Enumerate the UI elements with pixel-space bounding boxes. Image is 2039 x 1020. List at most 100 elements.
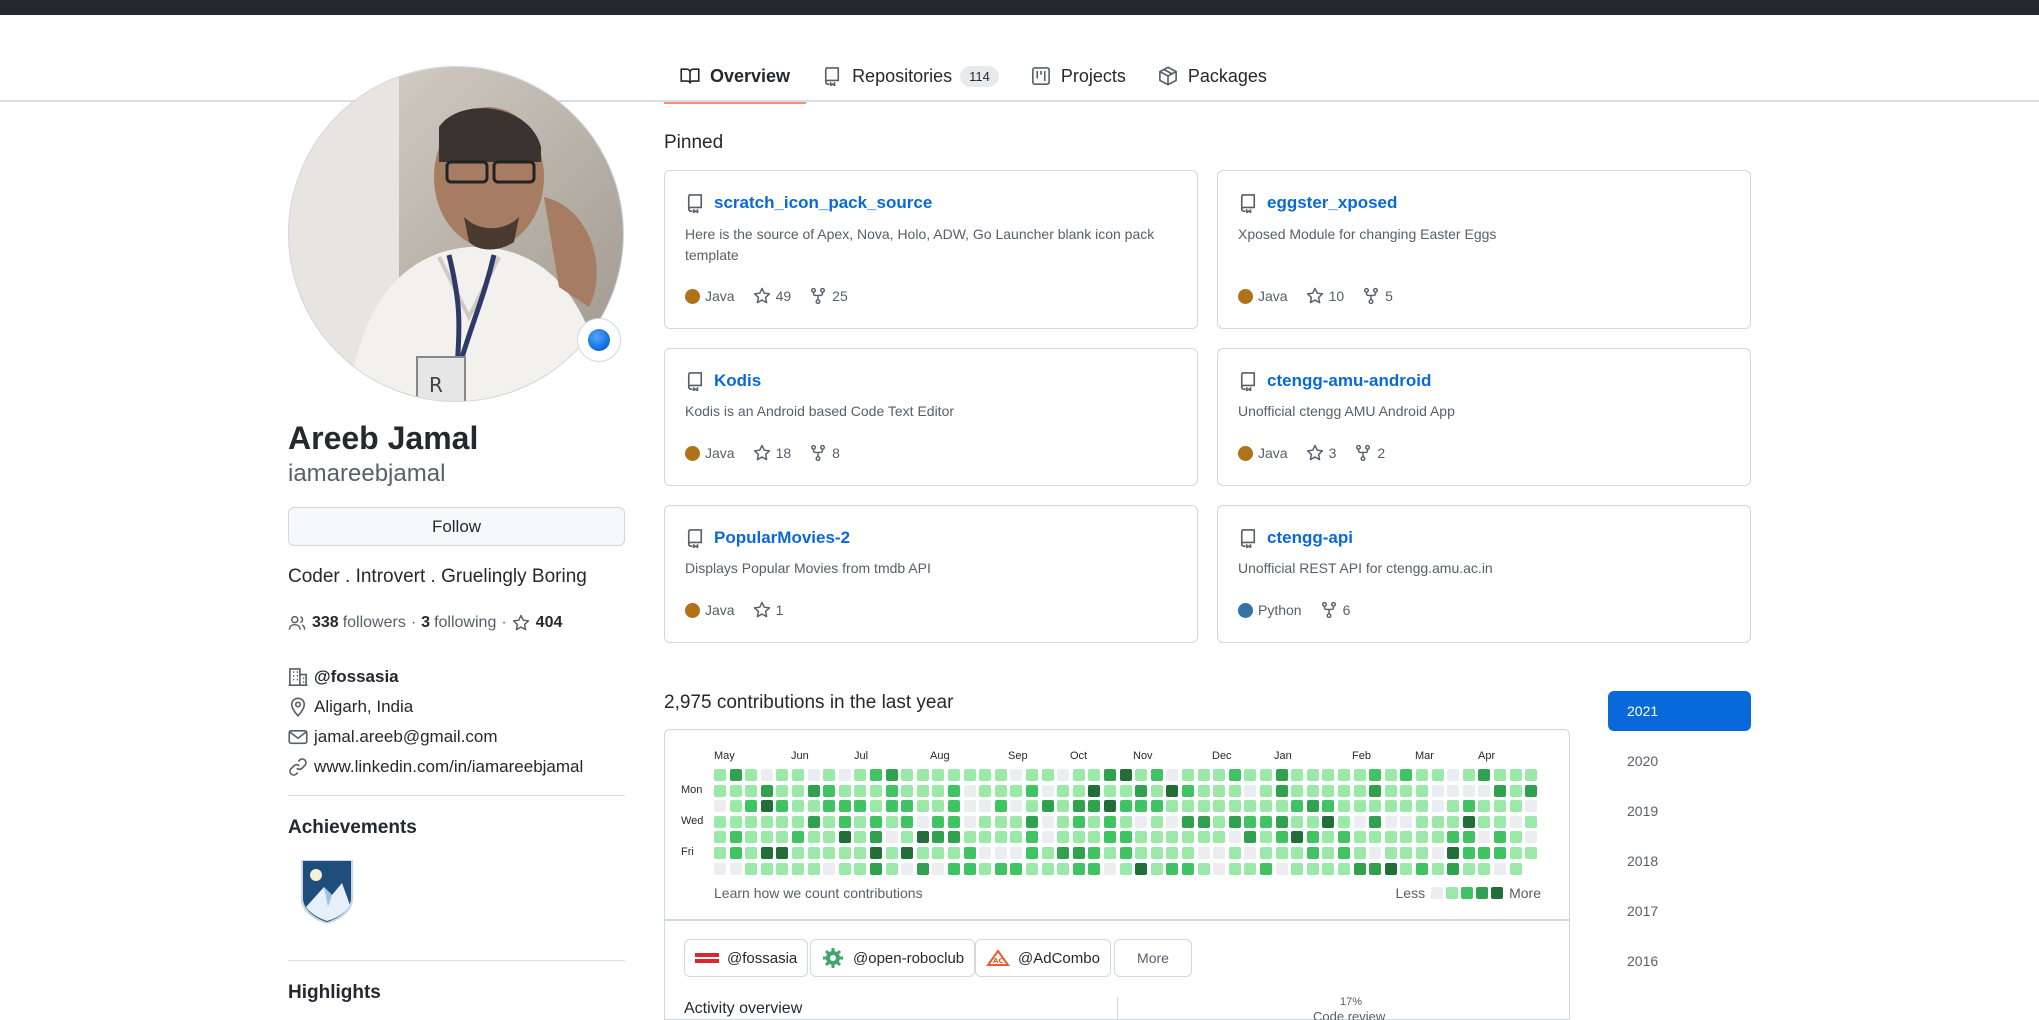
contribution-day-cell[interactable] [870, 815, 882, 828]
contribution-day-cell[interactable] [1182, 831, 1194, 844]
contribution-day-cell[interactable] [1275, 815, 1288, 828]
contribution-day-cell[interactable] [1244, 784, 1257, 797]
contribution-day-cell[interactable] [1338, 862, 1350, 875]
contribution-day-cell[interactable] [1213, 784, 1226, 797]
contribution-day-cell[interactable] [979, 769, 992, 781]
contribution-day-cell[interactable] [1026, 815, 1038, 828]
contribution-day-cell[interactable] [776, 769, 789, 781]
contribution-day-cell[interactable] [1119, 847, 1132, 859]
year-link-2018[interactable]: 2018 [1608, 841, 1751, 881]
contribution-day-cell[interactable] [994, 847, 1007, 859]
contribution-day-cell[interactable] [1150, 847, 1163, 859]
avatar[interactable]: R [288, 66, 624, 402]
contribution-day-cell[interactable] [963, 831, 976, 844]
repo-name-link[interactable]: scratch_icon_pack_source [685, 193, 932, 213]
contribution-day-cell[interactable] [1166, 800, 1179, 813]
contribution-day-cell[interactable] [1088, 800, 1101, 813]
contribution-day-cell[interactable] [932, 800, 945, 813]
repo-stars[interactable]: 1 [753, 601, 783, 619]
contribution-day-cell[interactable] [1041, 769, 1054, 781]
contribution-day-cell[interactable] [1431, 847, 1444, 859]
contribution-day-cell[interactable] [1150, 815, 1163, 828]
contribution-day-cell[interactable] [1026, 831, 1038, 844]
contribution-day-cell[interactable] [932, 815, 945, 828]
contribution-day-cell[interactable] [885, 800, 898, 813]
contribution-day-cell[interactable] [1478, 800, 1491, 813]
contribution-day-cell[interactable] [1338, 800, 1350, 813]
contribution-day-cell[interactable] [745, 784, 758, 797]
contribution-day-cell[interactable] [792, 800, 804, 813]
contribution-day-cell[interactable] [1119, 862, 1132, 875]
contribution-day-cell[interactable] [1416, 847, 1428, 859]
contribution-day-cell[interactable] [1369, 815, 1382, 828]
contribution-day-cell[interactable] [1416, 769, 1428, 781]
contribution-day-cell[interactable] [1291, 862, 1304, 875]
contribution-day-cell[interactable] [1306, 800, 1319, 813]
contribution-day-cell[interactable] [760, 862, 773, 875]
contribution-day-cell[interactable] [1462, 862, 1475, 875]
contribution-day-cell[interactable] [1244, 815, 1257, 828]
contribution-day-cell[interactable] [1150, 784, 1163, 797]
repo-forks[interactable]: 5 [1362, 287, 1393, 305]
contribution-day-cell[interactable] [1135, 800, 1148, 813]
contribution-day-cell[interactable] [1228, 784, 1241, 797]
repo-stars[interactable]: 3 [1306, 444, 1336, 462]
contribution-day-cell[interactable] [854, 847, 867, 859]
repo-forks[interactable]: 2 [1354, 444, 1385, 462]
year-link-2017[interactable]: 2017 [1608, 891, 1751, 931]
contribution-day-cell[interactable] [885, 769, 898, 781]
contribution-day-cell[interactable] [1306, 815, 1319, 828]
contribution-day-cell[interactable] [1197, 769, 1210, 781]
contribution-day-cell[interactable] [1010, 784, 1023, 797]
contribution-day-cell[interactable] [745, 815, 758, 828]
contribution-day-cell[interactable] [1057, 784, 1070, 797]
contribution-day-cell[interactable] [1228, 815, 1241, 828]
contribution-day-cell[interactable] [1509, 847, 1522, 859]
contribution-day-cell[interactable] [714, 815, 726, 828]
contribution-day-cell[interactable] [885, 784, 898, 797]
contribution-day-cell[interactable] [1197, 831, 1210, 844]
contribution-day-cell[interactable] [838, 815, 851, 828]
contribution-day-cell[interactable] [1478, 815, 1491, 828]
contribution-day-cell[interactable] [1119, 769, 1132, 781]
contribution-day-cell[interactable] [1369, 847, 1382, 859]
contribution-day-cell[interactable] [1182, 800, 1194, 813]
email-link[interactable]: jamal.areeb@gmail.com [314, 727, 498, 747]
repo-stars[interactable]: 10 [1306, 287, 1344, 305]
contribution-day-cell[interactable] [1041, 800, 1054, 813]
contribution-day-cell[interactable] [963, 847, 976, 859]
contribution-day-cell[interactable] [948, 815, 960, 828]
contribution-day-cell[interactable] [1260, 862, 1272, 875]
contribution-day-cell[interactable] [1494, 847, 1506, 859]
contribution-day-cell[interactable] [1353, 784, 1366, 797]
tab-repositories[interactable]: Repositories 114 [806, 50, 1015, 102]
contribution-day-cell[interactable] [729, 847, 742, 859]
contribution-day-cell[interactable] [1057, 862, 1070, 875]
contribution-day-cell[interactable] [729, 769, 742, 781]
followers-link[interactable]: 338 followers [312, 614, 406, 632]
contribution-day-cell[interactable] [1104, 800, 1116, 813]
contribution-day-cell[interactable] [823, 847, 836, 859]
contribution-day-cell[interactable] [1369, 769, 1382, 781]
contribution-day-cell[interactable] [1041, 831, 1054, 844]
contribution-day-cell[interactable] [963, 815, 976, 828]
contribution-day-cell[interactable] [760, 831, 773, 844]
contribution-day-cell[interactable] [870, 831, 882, 844]
contribution-day-cell[interactable] [823, 769, 836, 781]
contribution-day-cell[interactable] [1260, 831, 1272, 844]
contribution-day-cell[interactable] [1306, 784, 1319, 797]
contribution-day-cell[interactable] [760, 784, 773, 797]
contribution-day-cell[interactable] [807, 862, 820, 875]
contribution-day-cell[interactable] [823, 784, 836, 797]
contribution-day-cell[interactable] [1244, 847, 1257, 859]
contribution-day-cell[interactable] [901, 769, 914, 781]
contribution-day-cell[interactable] [1353, 800, 1366, 813]
contribution-day-cell[interactable] [807, 800, 820, 813]
contribution-day-cell[interactable] [1010, 769, 1023, 781]
contribution-day-cell[interactable] [1525, 847, 1538, 859]
contribution-day-cell[interactable] [1166, 815, 1179, 828]
contribution-day-cell[interactable] [1478, 831, 1491, 844]
repo-stars[interactable]: 18 [753, 444, 791, 462]
contribution-day-cell[interactable] [1322, 800, 1335, 813]
contribution-day-cell[interactable] [838, 862, 851, 875]
